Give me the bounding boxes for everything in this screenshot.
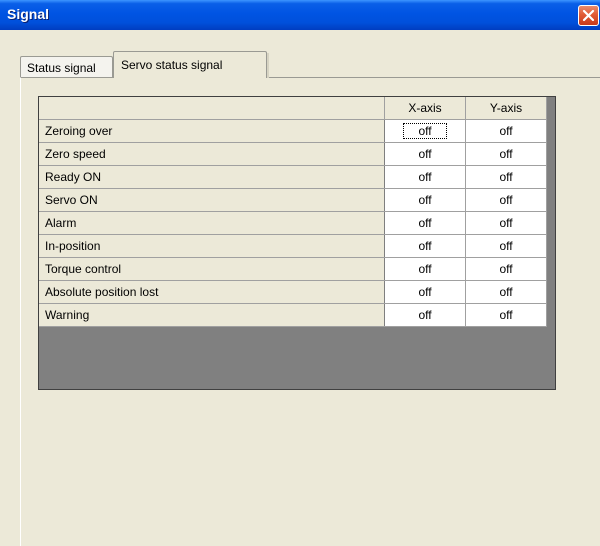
table-row: Zero speed off off bbox=[39, 142, 547, 166]
table-row: In-position off off bbox=[39, 234, 547, 258]
cell-y[interactable]: off bbox=[465, 257, 547, 281]
cell-y[interactable]: off bbox=[465, 234, 547, 258]
cell-x[interactable]: off bbox=[384, 280, 466, 304]
cell-x[interactable]: off bbox=[384, 165, 466, 189]
row-label: Zero speed bbox=[39, 142, 385, 166]
cell-y[interactable]: off bbox=[465, 119, 547, 143]
row-label: Warning bbox=[39, 303, 385, 327]
close-button[interactable] bbox=[578, 5, 599, 26]
column-header-x[interactable]: X-axis bbox=[384, 97, 466, 120]
cell-x[interactable]: off bbox=[384, 211, 466, 235]
table-row: Zeroing over off off bbox=[39, 119, 547, 143]
row-label: Absolute position lost bbox=[39, 280, 385, 304]
cell-y[interactable]: off bbox=[465, 188, 547, 212]
row-label: Alarm bbox=[39, 211, 385, 235]
title-bar[interactable]: Signal bbox=[0, 0, 600, 30]
cell-y[interactable]: off bbox=[465, 303, 547, 327]
cell-value: off bbox=[403, 123, 447, 139]
corner-cell bbox=[39, 97, 385, 120]
table-row: Alarm off off bbox=[39, 211, 547, 235]
header-row: X-axis Y-axis bbox=[39, 97, 547, 120]
table-row: Torque control off off bbox=[39, 257, 547, 281]
cell-y[interactable]: off bbox=[465, 142, 547, 166]
cell-x[interactable]: off bbox=[384, 303, 466, 327]
cell-x[interactable]: off bbox=[384, 257, 466, 281]
table-row: Ready ON off off bbox=[39, 165, 547, 189]
row-label: Zeroing over bbox=[39, 119, 385, 143]
table-row: Servo ON off off bbox=[39, 188, 547, 212]
table-row: Warning off off bbox=[39, 303, 547, 327]
signal-grid[interactable]: X-axis Y-axis Zeroing over off off Zero … bbox=[38, 96, 556, 390]
close-x-icon bbox=[582, 9, 595, 22]
tab-status-signal[interactable]: Status signal bbox=[20, 56, 113, 77]
table-row: Absolute position lost off off bbox=[39, 280, 547, 304]
cell-x[interactable]: off bbox=[384, 142, 466, 166]
tab-servo-status-signal[interactable]: Servo status signal bbox=[113, 51, 269, 78]
cell-y[interactable]: off bbox=[465, 165, 547, 189]
cell-x[interactable]: off bbox=[384, 188, 466, 212]
cell-x[interactable]: off bbox=[384, 234, 466, 258]
signal-table: X-axis Y-axis Zeroing over off off Zero … bbox=[39, 97, 547, 327]
cell-y[interactable]: off bbox=[465, 280, 547, 304]
cell-y[interactable]: off bbox=[465, 211, 547, 235]
row-label: Servo ON bbox=[39, 188, 385, 212]
dialog-client-area: Status signal Servo status signal X-axis… bbox=[0, 30, 600, 546]
cell-x[interactable]: off bbox=[384, 119, 466, 143]
column-header-y[interactable]: Y-axis bbox=[465, 97, 547, 120]
row-label: Torque control bbox=[39, 257, 385, 281]
window-title: Signal bbox=[7, 6, 50, 22]
tab-servo-status-signal-label: Servo status signal bbox=[121, 58, 223, 72]
tab-status-signal-label: Status signal bbox=[27, 61, 96, 75]
signal-dialog: Signal Status signal Servo status signal… bbox=[0, 0, 600, 546]
row-label: Ready ON bbox=[39, 165, 385, 189]
row-label: In-position bbox=[39, 234, 385, 258]
